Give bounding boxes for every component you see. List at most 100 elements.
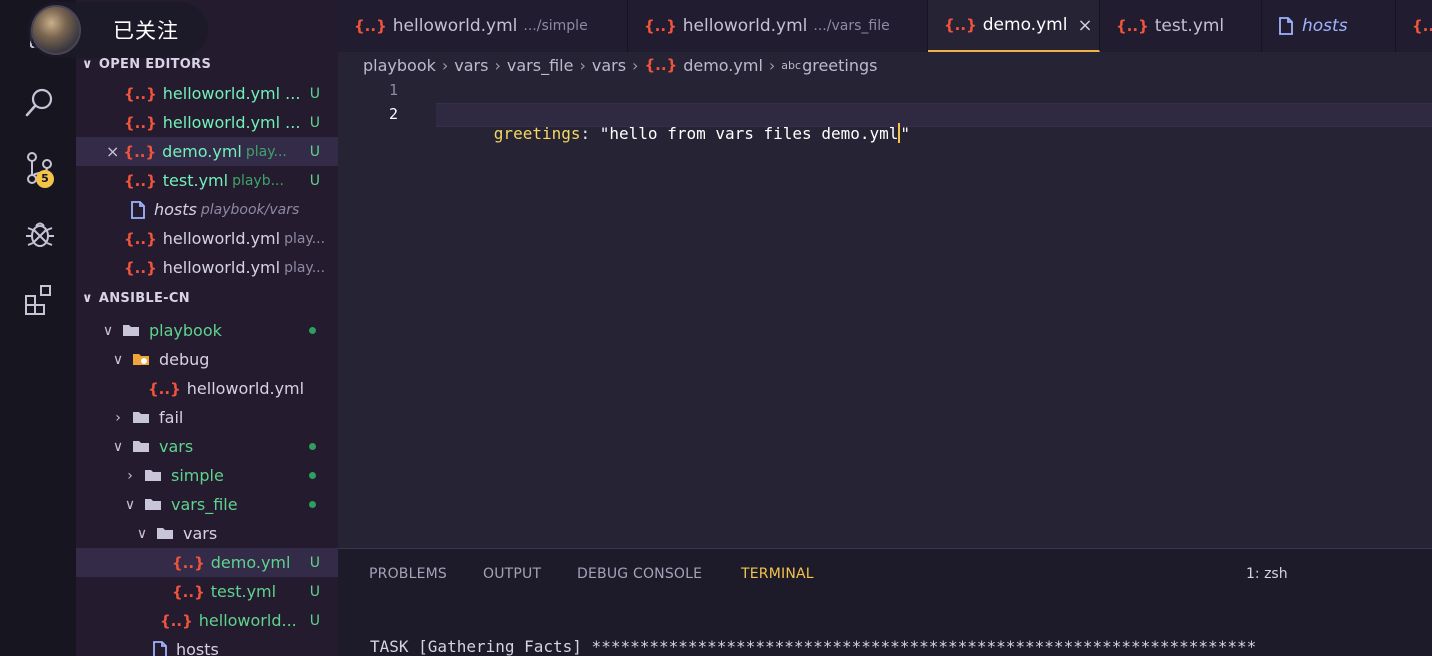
folder-open-icon: [157, 528, 173, 539]
yaml-string: "hello from vars files demo.yml: [599, 124, 899, 143]
tree-file-test[interactable]: {..} test.yml U: [76, 577, 338, 606]
chevron-down-icon: ∨: [102, 322, 114, 339]
chevron-down-icon: ∨: [112, 351, 124, 368]
terminal-output[interactable]: TASK [Gathering Facts] *****************…: [370, 637, 1256, 656]
open-editor-item-active[interactable]: × {..} demo.yml play... U: [76, 137, 338, 166]
modified-dot-icon: [309, 327, 316, 334]
debug-folder-icon: [133, 354, 149, 365]
tree-file-hosts[interactable]: hosts: [76, 635, 338, 656]
breadcrumb-item[interactable]: vars_file: [507, 56, 574, 75]
breadcrumb-item[interactable]: vars: [592, 56, 626, 75]
avatar: [31, 5, 81, 55]
close-icon[interactable]: ×: [1077, 15, 1092, 36]
open-editor-item[interactable]: {..} helloworld.yml play...: [76, 253, 338, 282]
yaml-file-icon: {..}: [1116, 17, 1149, 35]
tab-terminal[interactable]: TERMINAL: [741, 566, 814, 582]
tree-file-helloworld[interactable]: {..} helloworld.yml: [76, 374, 338, 403]
chevron-right-icon: ›: [494, 55, 501, 75]
chevron-down-icon: ∨: [82, 56, 93, 72]
modified-dot-icon: [309, 472, 316, 479]
yaml-file-icon: {..}: [1412, 17, 1432, 35]
folder-open-icon: [133, 441, 149, 452]
tab-helloworld-simple[interactable]: {..} helloworld.yml .../simple: [338, 0, 628, 52]
editor-tab-bar: {..} helloworld.yml .../simple {..} hell…: [338, 0, 1432, 52]
yaml-file-icon: {..}: [172, 553, 205, 572]
folder-icon: [145, 470, 161, 481]
yaml-file-icon: {..}: [123, 142, 157, 161]
code-line[interactable]: greetings: "hello from vars files demo.y…: [436, 105, 910, 162]
tab-overflow[interactable]: {..}: [1396, 0, 1432, 52]
open-editor-item[interactable]: {..} helloworld.yml play...: [76, 224, 338, 253]
tree-folder-fail[interactable]: › fail: [76, 403, 338, 432]
chevron-right-icon: ›: [127, 467, 133, 484]
yaml-file-icon: {..}: [124, 84, 157, 103]
breadcrumb-file[interactable]: demo.yml: [683, 56, 763, 75]
yaml-file-icon: {..}: [172, 582, 205, 601]
chevron-right-icon: ›: [579, 55, 586, 75]
follow-overlay[interactable]: 已关注: [28, 2, 208, 58]
breadcrumb-symbol[interactable]: greetings: [802, 56, 877, 75]
tab-output[interactable]: OUTPUT: [483, 566, 541, 582]
file-icon: [153, 640, 167, 656]
string-symbol-icon: abc: [781, 58, 802, 72]
line-number: 1: [388, 81, 398, 99]
modified-dot-icon: [309, 501, 316, 508]
code-editor[interactable]: 1 2 greetings: "hello from vars files de…: [338, 78, 1432, 548]
open-editor-item[interactable]: {..} test.yml playb... U: [76, 166, 338, 195]
follow-label: 已关注: [113, 19, 179, 43]
folder-icon: [133, 412, 149, 423]
open-editor-item[interactable]: {..} helloworld.yml ... U: [76, 79, 338, 108]
modified-dot-icon: [309, 443, 316, 450]
extensions-icon[interactable]: [22, 282, 58, 318]
tree-folder-vars-file[interactable]: ∨ vars_file: [76, 490, 338, 519]
debug-icon[interactable]: [22, 216, 58, 252]
terminal-shell-select[interactable]: 1: zsh: [1246, 566, 1288, 582]
chevron-right-icon: ›: [632, 55, 639, 75]
chevron-right-icon: ›: [768, 55, 776, 75]
line-number: 2: [388, 105, 398, 123]
chevron-down-icon: ∨: [136, 525, 148, 542]
yaml-key: greetings: [493, 124, 581, 143]
activity-bar: 5: [0, 0, 76, 656]
tab-test[interactable]: {..} test.yml: [1100, 0, 1262, 52]
yaml-file-icon: {..}: [124, 113, 157, 132]
tree-file-demo-active[interactable]: {..} demo.yml U: [76, 548, 338, 577]
yaml-file-icon: {..}: [354, 17, 387, 35]
breadcrumb-item[interactable]: playbook: [363, 56, 436, 75]
open-editor-item[interactable]: hosts playbook/vars: [76, 195, 338, 224]
close-icon[interactable]: ×: [106, 142, 119, 161]
yaml-file-icon: {..}: [148, 379, 181, 398]
workspace-header[interactable]: ∨ ANSIBLE-CN: [76, 285, 338, 311]
tree-file-helloworld-truncated[interactable]: {..} helloworld... U: [76, 606, 338, 635]
tab-problems[interactable]: PROBLEMS: [369, 566, 447, 582]
yaml-file-icon: {..}: [124, 229, 157, 248]
yaml-file-icon: {..}: [944, 16, 977, 34]
yaml-file-icon: {..}: [160, 611, 193, 630]
yaml-colon: :: [580, 124, 600, 143]
tab-debug-console[interactable]: DEBUG CONSOLE: [577, 566, 702, 582]
tree-folder-playbook[interactable]: ∨ playbook: [76, 316, 338, 345]
file-icon: [1279, 17, 1293, 35]
tab-helloworld-vars-file[interactable]: {..} helloworld.yml .../vars_file: [628, 0, 928, 52]
tree-folder-simple[interactable]: › simple: [76, 461, 338, 490]
folder-open-icon: [145, 499, 161, 510]
chevron-down-icon: ∨: [82, 290, 93, 306]
folder-open-icon: [123, 325, 139, 336]
bottom-panel: PROBLEMS OUTPUT DEBUG CONSOLE TERMINAL 1…: [338, 548, 1432, 656]
tab-demo-active[interactable]: {..} demo.yml ×: [928, 0, 1100, 52]
tab-hosts[interactable]: hosts: [1262, 0, 1396, 52]
yaml-file-icon: {..}: [124, 258, 157, 277]
tree-folder-debug[interactable]: ∨ debug: [76, 345, 338, 374]
explorer-sidebar: ∨ OPEN EDITORS {..} helloworld.yml ... U…: [76, 0, 338, 656]
tree-folder-vars[interactable]: ∨ vars: [76, 432, 338, 461]
breadcrumb-item[interactable]: vars: [454, 56, 488, 75]
chevron-right-icon: ›: [115, 409, 121, 426]
yaml-string-end: ": [900, 124, 911, 143]
yaml-file-icon: {..}: [124, 171, 157, 190]
open-editor-item[interactable]: {..} helloworld.yml ... U: [76, 108, 338, 137]
search-icon[interactable]: [22, 84, 58, 120]
tree-folder-vars-inner[interactable]: ∨ vars: [76, 519, 338, 548]
chevron-down-icon: ∨: [112, 438, 124, 455]
vscode-window: 5 已关注 ∨ OPEN EDITORS {..} helloworld.yml…: [0, 0, 1432, 656]
file-icon: [131, 200, 145, 219]
